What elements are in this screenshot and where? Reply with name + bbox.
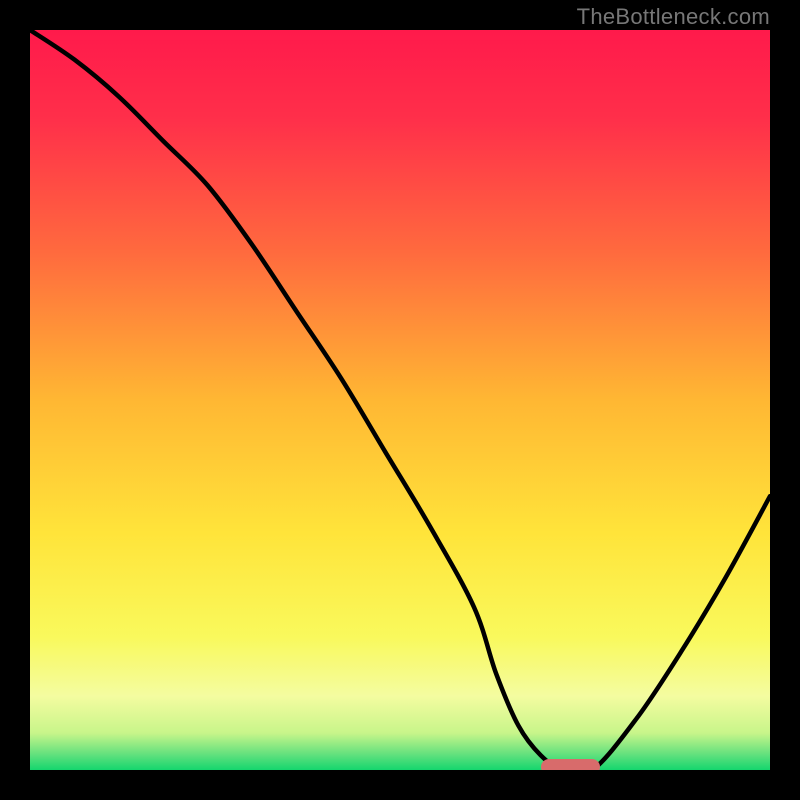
chart-frame: TheBottleneck.com (0, 0, 800, 800)
plot-area (30, 30, 770, 770)
watermark-text: TheBottleneck.com (577, 4, 770, 30)
bottleneck-curve (30, 30, 770, 770)
optimum-marker (541, 759, 600, 770)
